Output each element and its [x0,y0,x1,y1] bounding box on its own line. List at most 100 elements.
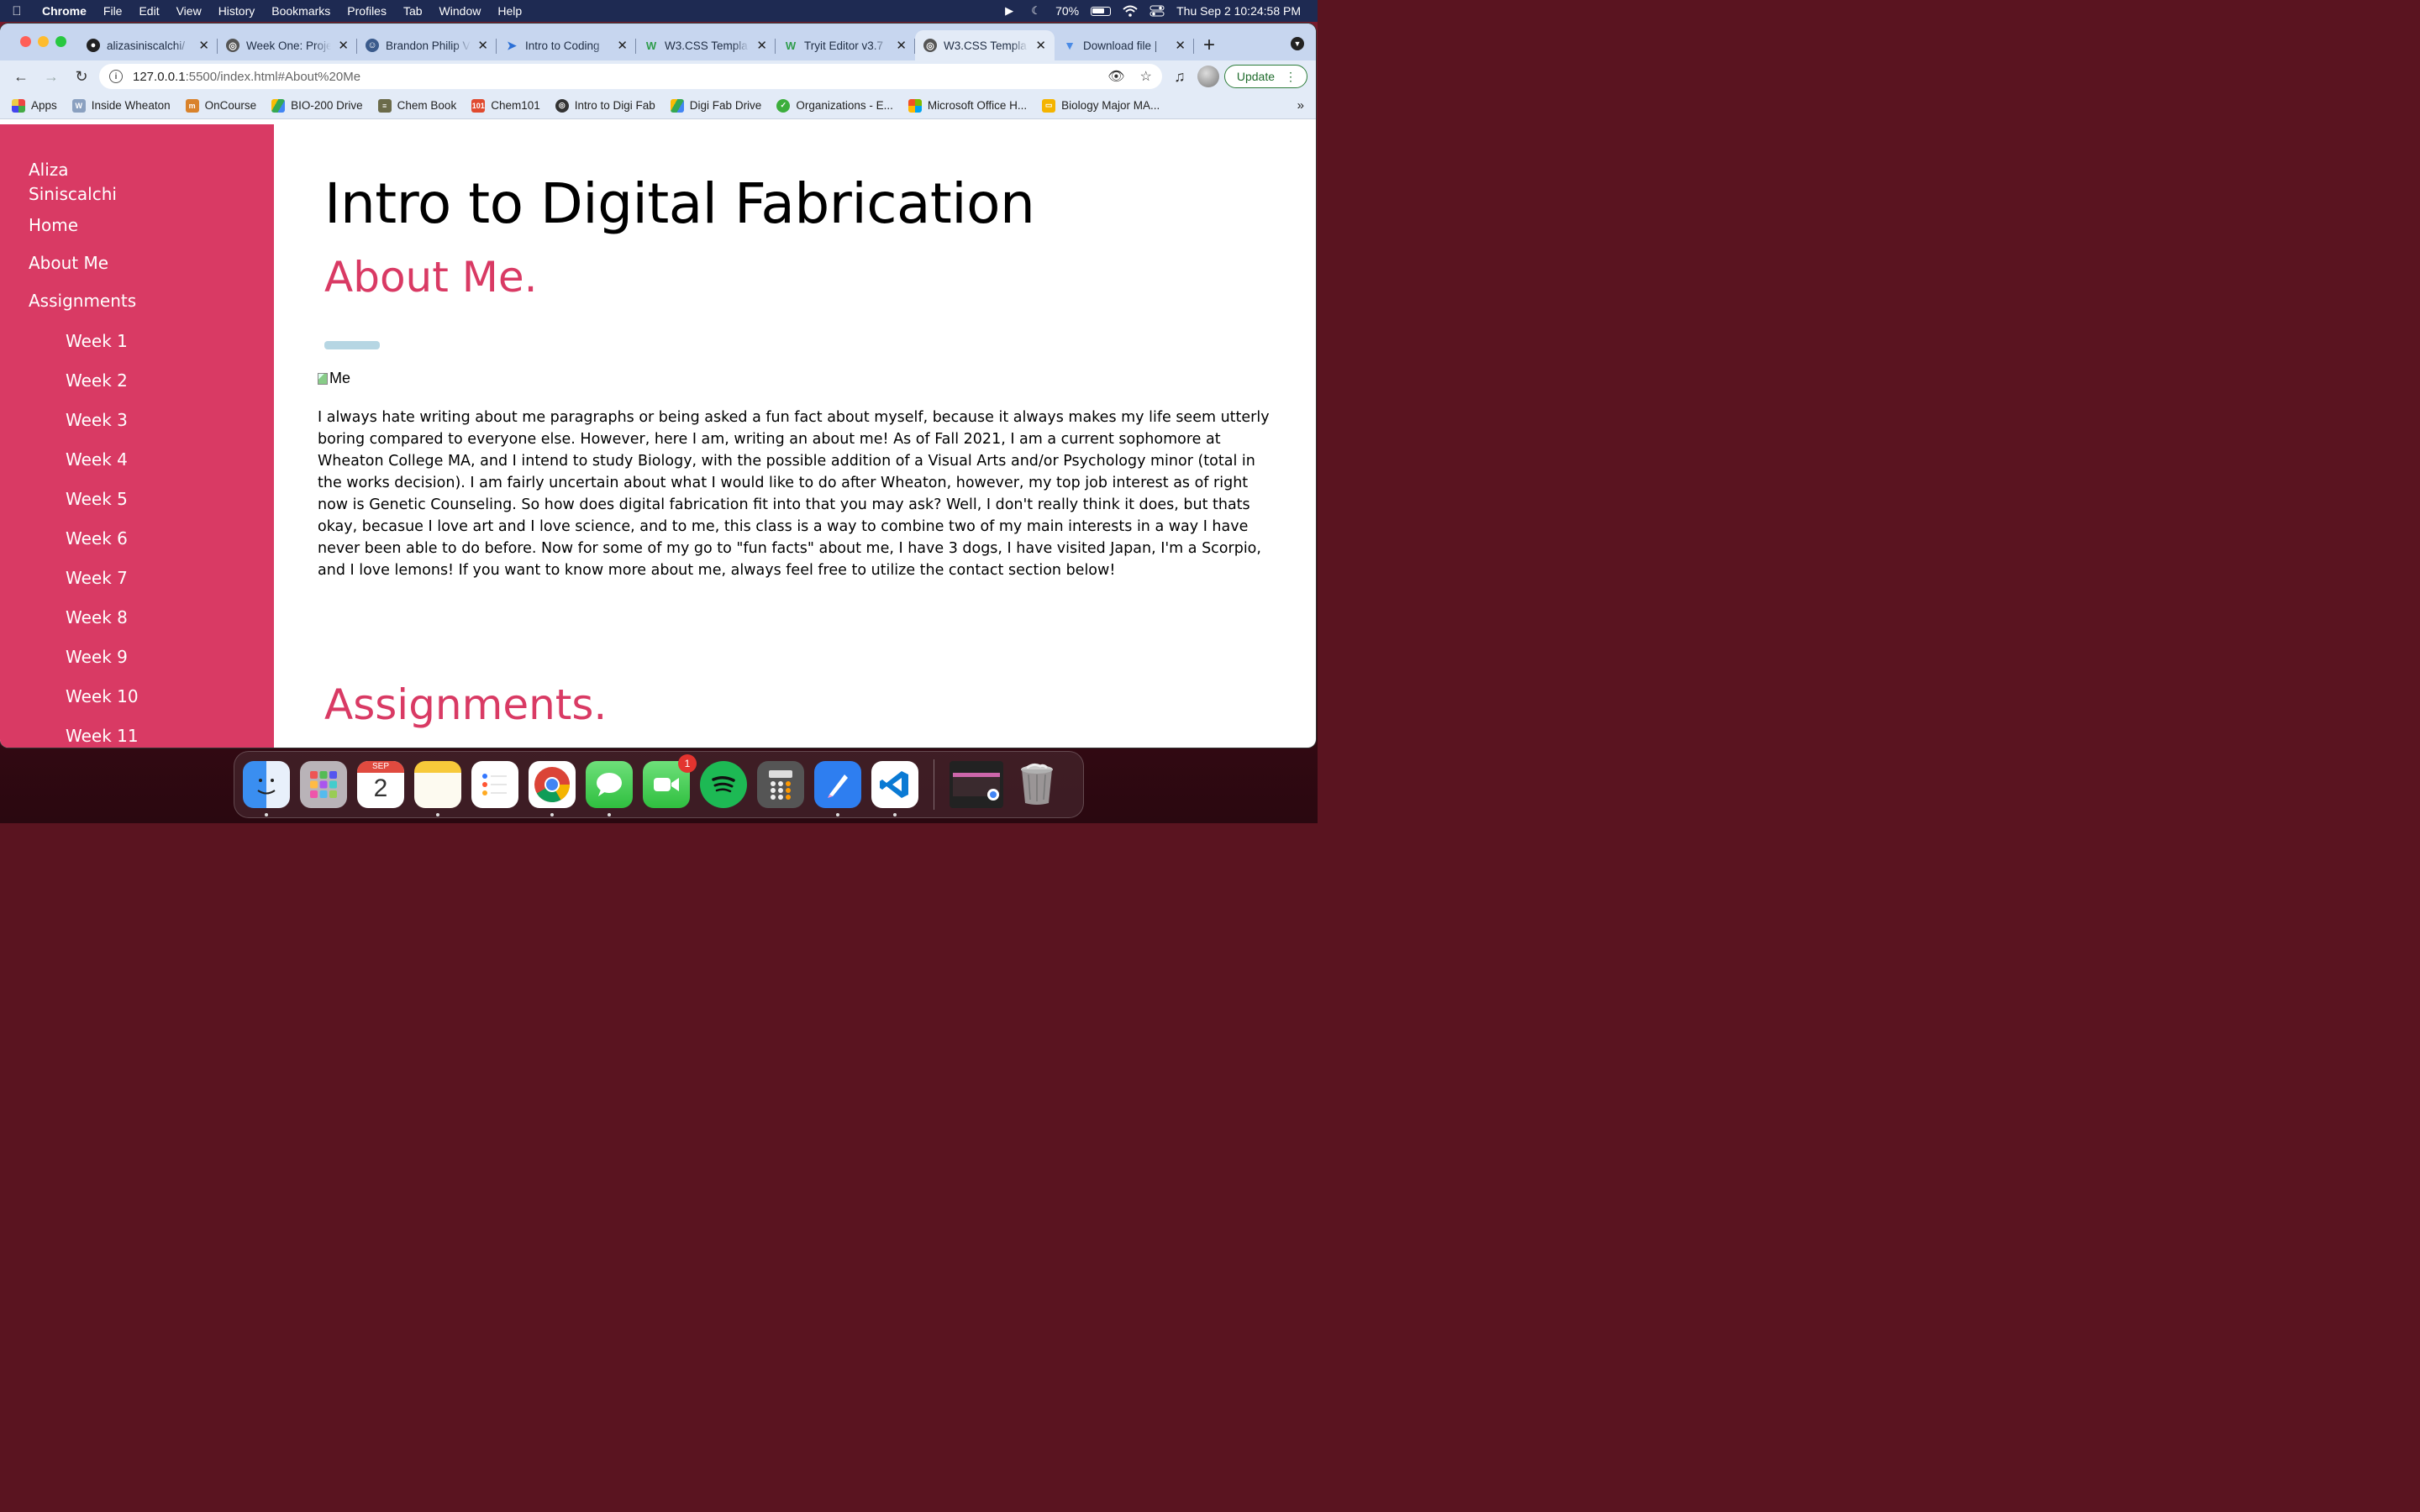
sidebar-link-week-6[interactable]: Week 6 [66,528,245,568]
menu-view[interactable]: View [168,0,210,22]
sidebar-link-week-5[interactable]: Week 5 [66,489,245,528]
close-tab-icon[interactable]: ✕ [198,38,209,53]
close-tab-icon[interactable]: ✕ [1175,38,1186,53]
menu-bookmarks[interactable]: Bookmarks [263,0,339,22]
new-tab-button[interactable]: + [1194,30,1224,60]
reload-button[interactable]: ↻ [69,64,94,89]
sidebar-link-week-11[interactable]: Week 11 [66,726,245,748]
download-icon: ▼ [1064,39,1076,52]
sidebar-link-week-2[interactable]: Week 2 [66,370,245,410]
mac-dock: SEP 2 1 [234,751,1084,818]
bookmark-item[interactable]: Digi Fab Drive [670,98,761,113]
browser-tab[interactable]: ▼ Download file | ✕ [1055,30,1194,60]
finder-icon[interactable] [243,761,290,816]
browser-tab[interactable]: ➤ Intro to Coding ✕ [497,30,636,60]
close-tab-icon[interactable]: ✕ [338,38,349,53]
bookmark-item[interactable]: BIO-200 Drive [271,98,363,113]
facetime-icon[interactable]: 1 [643,754,697,808]
menu-profiles[interactable]: Profiles [339,0,395,22]
avatar[interactable] [1197,66,1219,87]
close-tab-icon[interactable]: ✕ [617,38,628,53]
bookmark-item[interactable]: ▭ Biology Major MA... [1042,98,1160,113]
menubar-clock[interactable]: Thu Sep 2 10:24:58 PM [1176,4,1301,18]
back-button[interactable]: ← [8,64,34,89]
zoom-window-button[interactable] [55,36,66,47]
sidebar-link-home[interactable]: Home [29,215,245,235]
battery-icon[interactable] [1091,6,1112,16]
sidebar-link-week-1[interactable]: Week 1 [66,331,245,370]
bookmark-item[interactable]: ≡ Chem Book [377,98,456,113]
moon-icon[interactable]: ☾ [1028,4,1044,17]
tab-label: Tryit Editor v3.7 [804,39,884,52]
menu-history[interactable]: History [210,0,264,22]
forward-button[interactable]: → [39,64,64,89]
drive-icon [271,98,286,113]
calendar-icon[interactable]: SEP 2 [357,761,404,808]
spotify-icon[interactable] [700,761,747,808]
globe-icon: ◎ [226,39,239,52]
messages-icon[interactable] [586,761,633,816]
close-tab-icon[interactable]: ✕ [1035,38,1046,53]
sidebar-link-assignments[interactable]: Assignments [29,291,245,311]
tab-label: Week One: Proje [246,39,332,52]
browser-tab[interactable]: ● alizasiniscalchi/ ✕ [78,30,218,60]
bookmark-item[interactable]: W Inside Wheaton [71,98,171,113]
sidebar-link-week-3[interactable]: Week 3 [66,410,245,449]
bookmark-item[interactable]: 101 Chem101 [471,98,540,113]
bookmark-item[interactable]: ✓ Organizations - E... [776,98,893,113]
eye-slash-icon[interactable]: 👁 [1107,68,1124,85]
update-button[interactable]: Update ⋮ [1223,65,1307,88]
browser-tab-active[interactable]: ◎ W3.CSS Templa ✕ [915,30,1055,60]
bookmark-label: Inside Wheaton [91,99,171,112]
close-window-button[interactable] [20,36,31,47]
browser-tab[interactable]: W W3.CSS Templa ✕ [636,30,776,60]
close-tab-icon[interactable]: ✕ [756,38,767,53]
menu-app-name[interactable]: Chrome [34,0,95,22]
trash-icon[interactable] [1013,761,1060,808]
site-info-icon[interactable]: i [109,70,123,83]
sidebar-link-week-8[interactable]: Week 8 [66,607,245,647]
close-tab-icon[interactable]: ✕ [477,38,488,53]
menu-tab[interactable]: Tab [395,0,431,22]
launchpad-icon[interactable] [300,761,347,808]
bookmark-item[interactable]: m OnCourse [185,98,256,113]
sidebar-link-about[interactable]: About Me [29,253,245,273]
kebab-menu-icon[interactable]: ⋮ [1285,70,1297,84]
sidebar-link-week-7[interactable]: Week 7 [66,568,245,607]
tab-label: Intro to Coding [525,39,600,52]
control-center-icon[interactable] [1150,5,1165,17]
address-bar[interactable]: i 127.0.0.1:5500/index.html#About%20Me 👁… [99,64,1162,89]
browser-tab[interactable]: ◎ Week One: Proje ✕ [218,30,357,60]
sidebar-link-week-4[interactable]: Week 4 [66,449,245,489]
browser-tab[interactable]: W Tryit Editor v3.7 ✕ [776,30,915,60]
pages-icon[interactable] [814,761,861,816]
menu-edit[interactable]: Edit [130,0,167,22]
update-label: Update [1236,70,1275,83]
sidebar-link-week-9[interactable]: Week 9 [66,647,245,686]
bookmarks-overflow-icon[interactable]: » [1297,98,1304,113]
close-tab-icon[interactable]: ✕ [896,38,907,53]
sidebar-link-week-10[interactable]: Week 10 [66,686,245,726]
address-url[interactable]: 127.0.0.1:5500/index.html#About%20Me [133,70,360,84]
apple-icon[interactable]:  [0,4,34,18]
notes-icon[interactable] [414,761,461,816]
vscode-icon[interactable] [871,761,918,816]
bookmark-item[interactable]: Microsoft Office H... [908,98,1027,113]
play-status-icon[interactable]: ▶ [1002,4,1017,17]
menu-window[interactable]: Window [431,0,490,22]
media-queue-icon[interactable]: ♫ [1167,64,1192,89]
assignments-heading: Assignments. [324,680,608,729]
chrome-icon[interactable] [529,761,576,816]
wifi-icon[interactable] [1123,5,1138,17]
tab-search-icon[interactable]: ▼ [1291,37,1304,50]
menu-help[interactable]: Help [489,0,530,22]
menu-file[interactable]: File [95,0,131,22]
minimized-window-thumbnail[interactable] [950,761,1003,808]
reminders-icon[interactable] [471,761,518,808]
bookmark-item[interactable]: ◎ Intro to Digi Fab [555,98,655,113]
browser-tab[interactable]: ☺ Brandon Philip V ✕ [357,30,497,60]
bookmark-star-icon[interactable]: ☆ [1140,68,1152,85]
minimize-window-button[interactable] [38,36,49,47]
bookmark-apps[interactable]: Apps [12,98,57,113]
calculator-icon[interactable] [757,761,804,808]
